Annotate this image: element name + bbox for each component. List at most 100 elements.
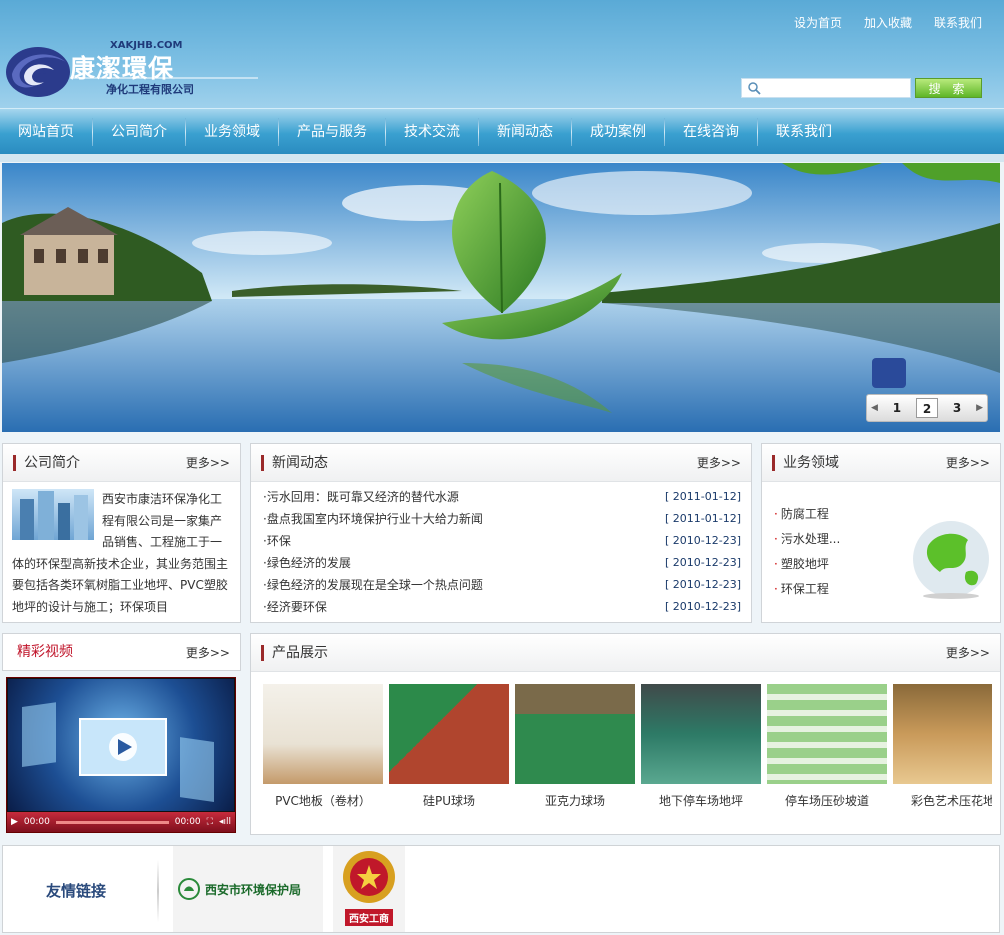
news-item-date: [ 2011-01-12]	[664, 512, 741, 525]
business-item-label[interactable]: 环保工程	[781, 582, 829, 596]
news-list: ·污水回用：既可靠又经济的替代水源 [ 2011-01-12] ·盘点我国室内环境…	[251, 482, 751, 618]
pager-page-3[interactable]: 3	[946, 398, 968, 418]
nav-home[interactable]: 网站首页	[0, 109, 92, 155]
news-item[interactable]: ·绿色经济的发展 [ 2010-12-23]	[263, 552, 741, 574]
nav-news[interactable]: 新闻动态	[479, 109, 571, 155]
pager-page-1[interactable]: 1	[886, 398, 908, 418]
link-commerce-bureau[interactable]: 西安工商	[333, 846, 405, 932]
logo-name: 康潔環保	[70, 54, 175, 83]
pager-prev-icon[interactable]: ◀	[871, 403, 878, 413]
news-box: 新闻动态 更多>> ·污水回用：既可靠又经济的替代水源 [ 2011-01-12]…	[250, 443, 752, 623]
nav-cases[interactable]: 成功案例	[572, 109, 664, 155]
news-item[interactable]: ·盘点我国室内环境保护行业十大给力新闻 [ 2011-01-12]	[263, 508, 741, 530]
env-bureau-name[interactable]: 西安市环境保护局	[205, 881, 301, 898]
product-name[interactable]: PVC地板（卷材）	[263, 792, 383, 809]
product-image[interactable]	[893, 684, 992, 784]
nav-consult[interactable]: 在线咨询	[665, 109, 757, 155]
nav-tech[interactable]: 技术交流	[386, 109, 478, 155]
header: XAKJHB.COM 康潔環保 净化工程有限公司 设为首页 加入收藏 联系我们 …	[0, 0, 1004, 108]
news-item-title[interactable]: ·绿色经济的发展	[263, 552, 351, 574]
product-image[interactable]	[389, 684, 509, 784]
video-title: 精彩视频	[17, 644, 73, 660]
product-name[interactable]: 彩色艺术压花地	[893, 792, 992, 809]
nav-contact[interactable]: 联系我们	[758, 109, 850, 155]
product-name[interactable]: 停车场压砂坡道	[767, 792, 887, 809]
news-item-date: [ 2010-12-23]	[664, 556, 741, 569]
contact-link-top[interactable]: 联系我们	[934, 14, 982, 31]
product-card[interactable]: 停车场压砂坡道	[767, 684, 887, 820]
product-image[interactable]	[263, 684, 383, 784]
video-time-total: 00:00	[174, 817, 201, 827]
play-button-icon[interactable]: ▶	[11, 817, 18, 827]
set-homepage-link[interactable]: 设为首页	[794, 14, 842, 31]
news-item-title[interactable]: ·经济要环保	[263, 596, 327, 618]
news-item[interactable]: ·环保 [ 2010-12-23]	[263, 530, 741, 552]
nav-about[interactable]: 公司简介	[93, 109, 185, 155]
product-name[interactable]: 硅PU球场	[389, 792, 509, 809]
news-item[interactable]: ·绿色经济的发展现在是全球一个热点问题 [ 2010-12-23]	[263, 574, 741, 596]
news-item[interactable]: ·经济要环保 [ 2010-12-23]	[263, 596, 741, 618]
hero-banner[interactable]: ◀ 1 2 3 ▶	[2, 163, 1000, 432]
volume-icon[interactable]: ◂ıll	[219, 817, 231, 827]
product-card[interactable]: PVC地板（卷材）	[263, 684, 383, 820]
business-item-label[interactable]: 防腐工程	[781, 507, 829, 521]
video-progress-bar[interactable]	[55, 820, 169, 824]
about-more-link[interactable]: 更多>>	[186, 454, 230, 471]
search-bar: 搜 索	[741, 78, 982, 98]
product-card[interactable]: 地下停车场地坪	[641, 684, 761, 820]
friend-links-divider	[157, 860, 159, 922]
add-favorite-link[interactable]: 加入收藏	[864, 14, 912, 31]
video-screen[interactable]	[8, 679, 234, 811]
about-header: 公司简介 更多>>	[3, 444, 240, 482]
products-more-link[interactable]: 更多>>	[946, 644, 990, 661]
nav-business[interactable]: 业务领域	[186, 109, 278, 155]
pager-next-icon[interactable]: ▶	[976, 403, 983, 413]
product-card[interactable]: 硅PU球场	[389, 684, 509, 820]
news-more-link[interactable]: 更多>>	[697, 454, 741, 471]
product-image[interactable]	[515, 684, 635, 784]
commerce-bureau-name[interactable]: 西安工商	[345, 909, 393, 926]
product-card[interactable]: 亚克力球场	[515, 684, 635, 820]
about-title: 公司简介	[13, 454, 80, 471]
products-box: 产品展示 更多>> PVC地板（卷材） 硅PU球场 亚克力球场 地下停车场地坪 …	[250, 633, 1001, 835]
fullscreen-icon[interactable]: ⛶	[207, 817, 213, 827]
logo-subtitle: 净化工程有限公司	[106, 83, 194, 96]
products-header: 产品展示 更多>>	[251, 634, 1000, 672]
news-item[interactable]: ·污水回用：既可靠又经济的替代水源 [ 2011-01-12]	[263, 486, 741, 508]
search-input[interactable]	[765, 78, 911, 98]
products-title: 产品展示	[261, 644, 328, 661]
video-time-current: 00:00	[23, 817, 50, 827]
news-item-title[interactable]: ·污水回用：既可靠又经济的替代水源	[263, 486, 459, 508]
products-strip: PVC地板（卷材） 硅PU球场 亚克力球场 地下停车场地坪 停车场压砂坡道 彩色…	[263, 684, 992, 820]
news-item-date: [ 2010-12-23]	[664, 534, 741, 547]
search-icon	[741, 78, 765, 98]
video-player[interactable]: ▶ 00:00 00:00 ⛶ ◂ıll	[6, 677, 236, 833]
business-item-label[interactable]: 塑胶地坪	[781, 557, 829, 571]
news-item-title[interactable]: ·盘点我国室内环境保护行业十大给力新闻	[263, 508, 483, 530]
news-item-date: [ 2010-12-23]	[664, 578, 741, 591]
about-body: 西安市康洁环保净化工程有限公司是一家集产品销售、工程施工于一体的环保型高新技术企…	[3, 482, 240, 625]
pager-page-2[interactable]: 2	[916, 398, 938, 418]
friend-links: 友情链接 西安市环境保护局 西安工商	[2, 845, 1000, 933]
business-title: 业务领域	[772, 454, 839, 471]
news-item-title[interactable]: ·环保	[263, 530, 291, 552]
logo[interactable]: XAKJHB.COM 康潔環保 净化工程有限公司	[4, 40, 264, 102]
nav-products-services[interactable]: 产品与服务	[279, 109, 385, 155]
news-item-title[interactable]: ·绿色经济的发展现在是全球一个热点问题	[263, 574, 483, 596]
search-button[interactable]: 搜 索	[915, 78, 982, 98]
product-card[interactable]: 彩色艺术压花地	[893, 684, 992, 820]
product-name[interactable]: 地下停车场地坪	[641, 792, 761, 809]
business-more-link[interactable]: 更多>>	[946, 454, 990, 471]
banner-pager: ◀ 1 2 3 ▶	[866, 394, 988, 422]
product-image[interactable]	[641, 684, 761, 784]
product-image[interactable]	[767, 684, 887, 784]
video-box: 精彩视频 更多>> ▶ 00:00 00:00 ⛶ ◂ıll	[2, 633, 241, 835]
link-env-bureau[interactable]: 西安市环境保护局	[173, 846, 323, 932]
video-header: 精彩视频 更多>>	[2, 633, 241, 671]
friend-links-label: 友情链接	[46, 882, 107, 900]
product-name[interactable]: 亚克力球场	[515, 792, 635, 809]
business-item-label[interactable]: 污水处理...	[781, 532, 840, 546]
news-item-date: [ 2011-01-12]	[664, 490, 741, 503]
video-more-link[interactable]: 更多>>	[186, 644, 230, 661]
news-item-date: [ 2010-12-23]	[664, 600, 741, 613]
